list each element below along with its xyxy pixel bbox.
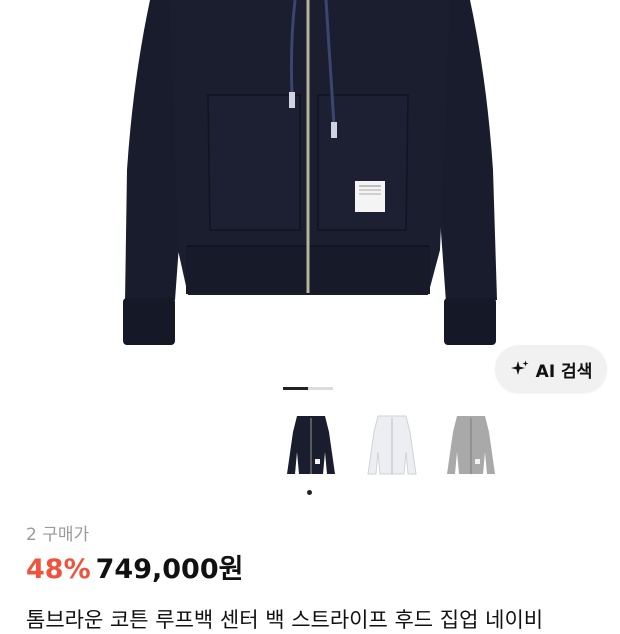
hoodie-illustration <box>123 0 497 345</box>
product-image[interactable] <box>0 0 620 375</box>
thumbnail-white[interactable] <box>364 412 420 482</box>
ai-search-button[interactable]: AI 검색 <box>495 345 607 393</box>
color-thumbnails <box>280 412 505 502</box>
thumbnail-gray[interactable] <box>443 412 499 482</box>
price-row: 48% 749,000원 <box>26 547 243 586</box>
selected-thumbnail-dot <box>307 490 312 495</box>
pager-indicator-active <box>283 387 308 390</box>
sparkle-icon <box>510 359 530 379</box>
price: 749,000원 <box>95 554 244 585</box>
purchase-count: 2 구매가 <box>26 525 90 545</box>
product-title: 톰브라운 코튼 루프백 센터 백 스트라이프 후드 집업 네이비 <box>26 608 544 632</box>
ai-search-label: AI 검색 <box>535 361 593 382</box>
thumbnail-navy[interactable] <box>283 412 339 482</box>
image-pager <box>283 387 333 390</box>
discount-rate: 48% <box>26 554 91 585</box>
pager-indicator <box>308 387 333 390</box>
